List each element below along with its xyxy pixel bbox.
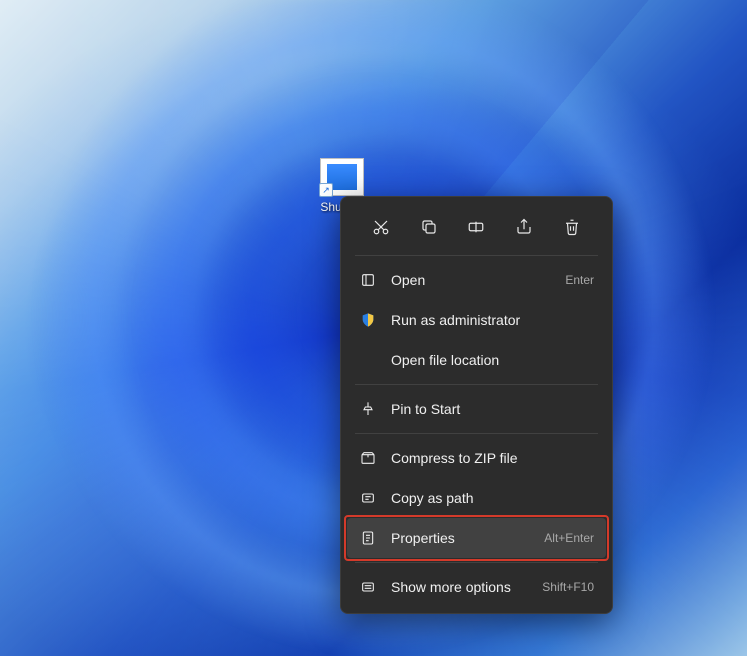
menu-item-label: Open <box>391 272 565 288</box>
menu-item-run-as-admin[interactable]: Run as administrator <box>347 300 606 340</box>
menu-separator <box>355 384 598 385</box>
pin-icon <box>359 400 377 418</box>
menu-item-pin-to-start[interactable]: Pin to Start <box>347 389 606 429</box>
copy-button[interactable] <box>411 209 447 245</box>
path-icon <box>359 489 377 507</box>
menu-item-label: Show more options <box>391 579 542 595</box>
menu-item-show-more-options[interactable]: Show more options Shift+F10 <box>347 567 606 607</box>
delete-icon <box>563 218 581 236</box>
properties-icon <box>359 529 377 547</box>
menu-item-label: Copy as path <box>391 490 594 506</box>
menu-separator <box>355 433 598 434</box>
shortcut-arrow-overlay: ↗ <box>319 183 333 197</box>
open-icon <box>359 271 377 289</box>
rename-button[interactable] <box>458 209 494 245</box>
menu-item-shortcut: Alt+Enter <box>544 531 594 545</box>
menu-item-open[interactable]: Open Enter <box>347 260 606 300</box>
menu-item-shortcut: Enter <box>565 273 594 287</box>
context-menu-top-row <box>347 203 606 251</box>
zip-icon <box>359 449 377 467</box>
blank-icon <box>359 351 377 369</box>
menu-item-open-file-location[interactable]: Open file location <box>347 340 606 380</box>
menu-item-shortcut: Shift+F10 <box>542 580 594 594</box>
share-icon <box>515 218 533 236</box>
shield-icon <box>359 311 377 329</box>
copy-icon <box>420 218 438 236</box>
menu-item-compress-zip[interactable]: Compress to ZIP file <box>347 438 606 478</box>
share-button[interactable] <box>506 209 542 245</box>
rename-icon <box>467 218 485 236</box>
shortcut-file-icon: ↗ <box>320 158 364 196</box>
menu-item-label: Compress to ZIP file <box>391 450 594 466</box>
menu-separator <box>355 255 598 256</box>
context-menu: Open Enter Run as administrator Open fil… <box>340 196 613 614</box>
cut-icon <box>372 218 390 236</box>
menu-item-label: Properties <box>391 530 544 546</box>
menu-item-label: Open file location <box>391 352 594 368</box>
cut-button[interactable] <box>363 209 399 245</box>
menu-item-label: Pin to Start <box>391 401 594 417</box>
delete-button[interactable] <box>554 209 590 245</box>
menu-item-copy-as-path[interactable]: Copy as path <box>347 478 606 518</box>
more-icon <box>359 578 377 596</box>
menu-item-properties[interactable]: Properties Alt+Enter <box>347 518 606 558</box>
menu-separator <box>355 562 598 563</box>
menu-item-label: Run as administrator <box>391 312 594 328</box>
